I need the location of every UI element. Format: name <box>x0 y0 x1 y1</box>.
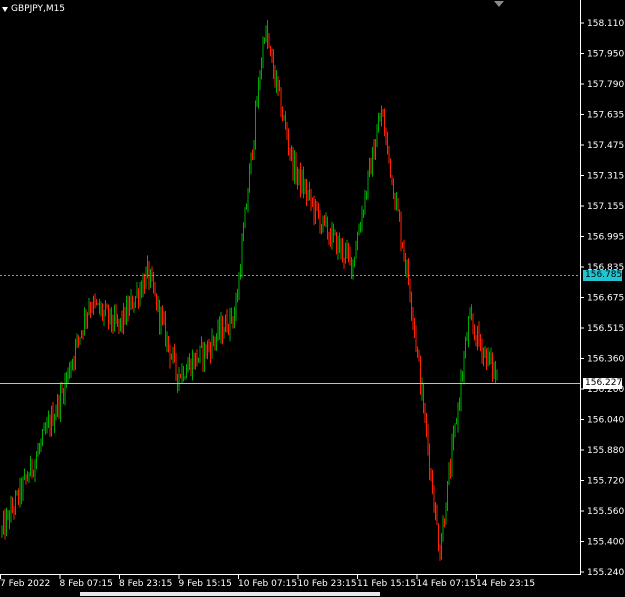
time-tick-label: 9 Feb 15:15 <box>179 579 232 589</box>
price-tick-label: 158.110 <box>587 19 624 29</box>
current-price-badge: 156.227 <box>583 378 623 389</box>
price-tick-label: 155.400 <box>587 538 624 548</box>
chart-window[interactable]: 158.110 157.950 157.790 157.635 157.475 157.3… <box>0 0 625 597</box>
price-axis[interactable]: 158.110 157.950 157.790 157.635 157.475 157.3… <box>580 19 624 578</box>
symbol-timeframe-label[interactable]: GBPJPY,M15 <box>2 4 65 15</box>
time-tick-label: 7 Feb 2022 <box>0 579 50 589</box>
price-tick-label: 157.635 <box>587 111 624 121</box>
price-tick-label: 155.240 <box>587 568 624 578</box>
price-tick-label: 156.040 <box>587 416 624 426</box>
price-tick-label: 155.560 <box>587 507 624 517</box>
time-tick-label: 14 Feb 23:15 <box>476 579 535 589</box>
price-chart[interactable]: 158.110 157.950 157.790 157.635 157.475 157.3… <box>0 0 625 597</box>
price-tick-label: 157.950 <box>587 50 624 60</box>
time-tick-label: 10 Feb 23:15 <box>298 579 357 589</box>
time-axis[interactable]: 7 Feb 2022 8 Feb 07:15 8 Feb 23:15 9 Feb 15… <box>0 575 535 589</box>
price-tick-label: 155.720 <box>587 477 624 487</box>
alert-price-badge: 156.785 <box>583 270 623 281</box>
candlestick-series <box>1 19 498 561</box>
time-tick-label: 8 Feb 23:15 <box>119 579 172 589</box>
price-tick-label: 157.790 <box>587 80 624 90</box>
time-tick-label: 10 Feb 07:15 <box>238 579 297 589</box>
price-tick-label: 155.880 <box>587 446 624 456</box>
time-tick-label: 14 Feb 07:15 <box>417 579 476 589</box>
price-tick-label: 156.675 <box>587 294 624 304</box>
chart-shift-icon[interactable] <box>494 1 504 7</box>
price-tick-label: 157.475 <box>587 141 624 151</box>
time-tick-label: 11 Feb 15:15 <box>357 579 416 589</box>
horizontal-scrollbar[interactable] <box>0 591 625 597</box>
price-tick-label: 156.515 <box>587 324 624 334</box>
chart-title: GBPJPY,M15 <box>11 4 66 14</box>
price-tick-label: 157.155 <box>587 202 624 212</box>
price-tick-label: 157.315 <box>587 172 624 182</box>
time-tick-label: 8 Feb 07:15 <box>60 579 113 589</box>
scrollbar-thumb[interactable] <box>80 592 380 596</box>
dropdown-triangle-icon[interactable] <box>2 7 8 12</box>
price-tick-label: 156.360 <box>587 355 624 365</box>
price-tick-label: 156.995 <box>587 233 624 243</box>
